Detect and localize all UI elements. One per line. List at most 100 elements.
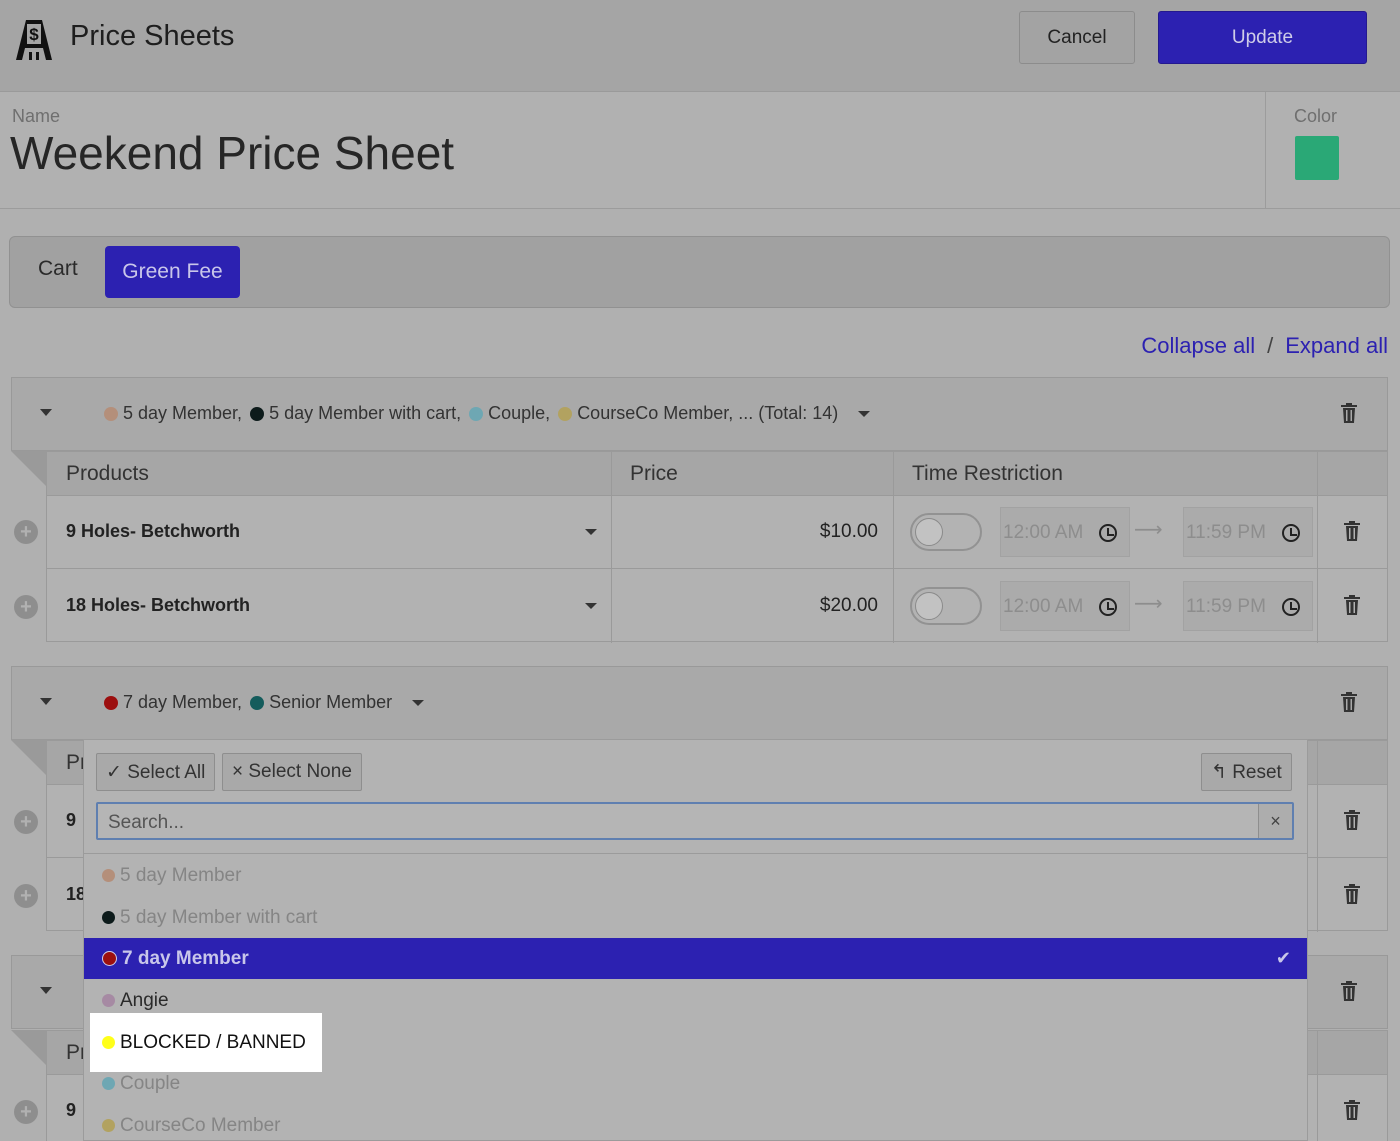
option-5-day-member-with-cart[interactable]: 5 day Member with cart <box>84 897 1307 938</box>
tab-cart[interactable]: Cart <box>38 257 78 281</box>
product-select[interactable]: 9 Holes- Betchworth <box>66 521 240 542</box>
tag-label: Senior Member <box>269 692 393 712</box>
add-row-icon[interactable]: + <box>14 595 38 619</box>
cancel-button[interactable]: Cancel <box>1019 11 1135 64</box>
corner-decoration <box>11 1030 47 1066</box>
trash-icon[interactable] <box>1344 1100 1360 1120</box>
clear-search-button[interactable]: × <box>1258 804 1292 838</box>
add-row-icon[interactable]: + <box>14 1100 38 1124</box>
start-time-value: 12:00 AM <box>1003 596 1084 617</box>
select-none-button[interactable]: × Select None <box>222 753 362 791</box>
member-tag: Couple, <box>469 403 550 424</box>
select-all-button[interactable]: ✓ Select All <box>96 753 216 791</box>
color-dot-icon <box>102 951 117 966</box>
color-swatch[interactable] <box>1295 136 1339 180</box>
time-restriction-column-header: Time Restriction <box>912 462 1063 485</box>
add-row-icon[interactable]: + <box>14 520 38 544</box>
search-placeholder: Search... <box>108 812 185 833</box>
time-restriction-toggle[interactable] <box>910 587 982 625</box>
clock-icon <box>1282 598 1300 616</box>
member-tag: Senior Member <box>250 692 392 713</box>
member-tag: 7 day Member, <box>104 692 242 713</box>
divider <box>84 853 1307 854</box>
table-row: 9 Holes- Betchworth $10.00 12:00 AM ⟶ 11… <box>47 495 1387 569</box>
trash-icon[interactable] <box>1344 810 1360 830</box>
chevron-down-icon[interactable] <box>585 529 597 535</box>
chevron-down-icon[interactable] <box>412 699 425 706</box>
end-time-input[interactable]: 11:59 PM <box>1183 507 1313 557</box>
tag-label: Couple, <box>488 403 551 423</box>
add-row-icon[interactable]: + <box>14 884 38 908</box>
color-dot-icon <box>104 406 118 421</box>
member-tag: 5 day Member with cart, <box>250 403 461 424</box>
option-couple[interactable]: Couple <box>84 1063 1307 1104</box>
color-dot-icon <box>250 406 265 421</box>
checkmark-icon: ✔ <box>1275 948 1291 968</box>
option-7-day-member[interactable]: 7 day Member ✔ <box>84 938 1307 979</box>
arrow-right-icon: ⟶ <box>1134 593 1163 615</box>
collapse-caret-icon[interactable] <box>40 409 52 416</box>
chevron-down-icon[interactable] <box>585 603 597 609</box>
clock-icon <box>1099 524 1117 542</box>
option-label: 5 day Member <box>120 864 242 886</box>
add-row-icon[interactable]: + <box>14 810 38 834</box>
update-button[interactable]: Update <box>1158 11 1367 64</box>
link-separator: / <box>1267 333 1274 358</box>
trash-icon[interactable] <box>1341 981 1357 1001</box>
chevron-down-icon[interactable] <box>858 410 871 417</box>
tab-green-fee[interactable]: Green Fee <box>105 246 240 298</box>
product-select[interactable]: 9 <box>66 1100 76 1121</box>
tag-label: 7 day Member, <box>123 692 243 712</box>
price-field[interactable]: $10.00 <box>820 521 878 543</box>
option-label: Angie <box>120 989 169 1011</box>
time-restriction-toggle[interactable] <box>910 513 982 551</box>
reset-button[interactable]: ↰ Reset <box>1201 753 1292 791</box>
trash-icon[interactable] <box>1341 403 1357 423</box>
corner-decoration <box>11 451 47 487</box>
product-select[interactable]: 9 <box>66 810 76 831</box>
clock-icon <box>1282 524 1300 542</box>
trash-icon[interactable] <box>1344 884 1360 904</box>
end-time-value: 11:59 PM <box>1186 522 1266 543</box>
color-dot-icon <box>102 994 115 1007</box>
collapse-expand-links: Collapse all / Expand all <box>1141 333 1388 359</box>
start-time-input[interactable]: 12:00 AM <box>1000 581 1130 631</box>
option-courseco-member[interactable]: CourseCo Member <box>84 1105 1307 1141</box>
color-dot-icon <box>102 1077 115 1090</box>
member-tags-selector[interactable]: 5 day Member, 5 day Member with cart, Co… <box>104 403 871 424</box>
trash-icon[interactable] <box>1344 595 1360 615</box>
trash-icon[interactable] <box>1344 521 1360 541</box>
start-time-input[interactable]: 12:00 AM <box>1000 507 1130 557</box>
search-input[interactable]: Search... × <box>96 802 1294 840</box>
start-time-value: 12:00 AM <box>1003 522 1084 543</box>
table-row: 18 Holes- Betchworth $20.00 12:00 AM ⟶ 1… <box>47 569 1387 643</box>
svg-text:$: $ <box>29 25 39 44</box>
option-label: 7 day Member <box>122 947 249 969</box>
collapse-all-link[interactable]: Collapse all <box>1141 333 1255 358</box>
option-5-day-member[interactable]: 5 day Member <box>84 855 1307 896</box>
group-header: 7 day Member, Senior Member <box>11 666 1388 740</box>
color-dot-icon <box>469 406 484 421</box>
tag-label: 5 day Member with cart, <box>269 403 462 423</box>
member-tags-selector[interactable]: 7 day Member, Senior Member <box>104 692 425 713</box>
collapse-caret-icon[interactable] <box>40 698 52 705</box>
expand-all-link[interactable]: Expand all <box>1285 333 1388 358</box>
option-label: BLOCKED / BANNED <box>120 1031 306 1053</box>
price-field[interactable]: $20.00 <box>820 595 878 617</box>
option-label: Couple <box>120 1072 181 1094</box>
end-time-input[interactable]: 11:59 PM <box>1183 581 1313 631</box>
color-dot-icon <box>102 1119 115 1132</box>
sheet-details: Name Weekend Price Sheet Color <box>0 92 1400 209</box>
clock-icon <box>1099 598 1117 616</box>
product-select[interactable]: 18 Holes- Betchworth <box>66 595 250 616</box>
tag-label: CourseCo Member, ... (Total: 14) <box>577 403 839 423</box>
group-header: 5 day Member, 5 day Member with cart, Co… <box>11 377 1388 451</box>
trash-icon[interactable] <box>1341 692 1357 712</box>
arrow-right-icon: ⟶ <box>1134 519 1163 541</box>
color-dot-icon <box>250 695 265 710</box>
name-label: Name <box>12 106 61 126</box>
member-multiselect-dropdown: ✓ Select All × Select None ↰ Reset Searc… <box>83 739 1308 1141</box>
collapse-caret-icon[interactable] <box>40 987 52 994</box>
app-title: Price Sheets <box>70 20 235 52</box>
name-field[interactable]: Weekend Price Sheet <box>10 126 454 180</box>
